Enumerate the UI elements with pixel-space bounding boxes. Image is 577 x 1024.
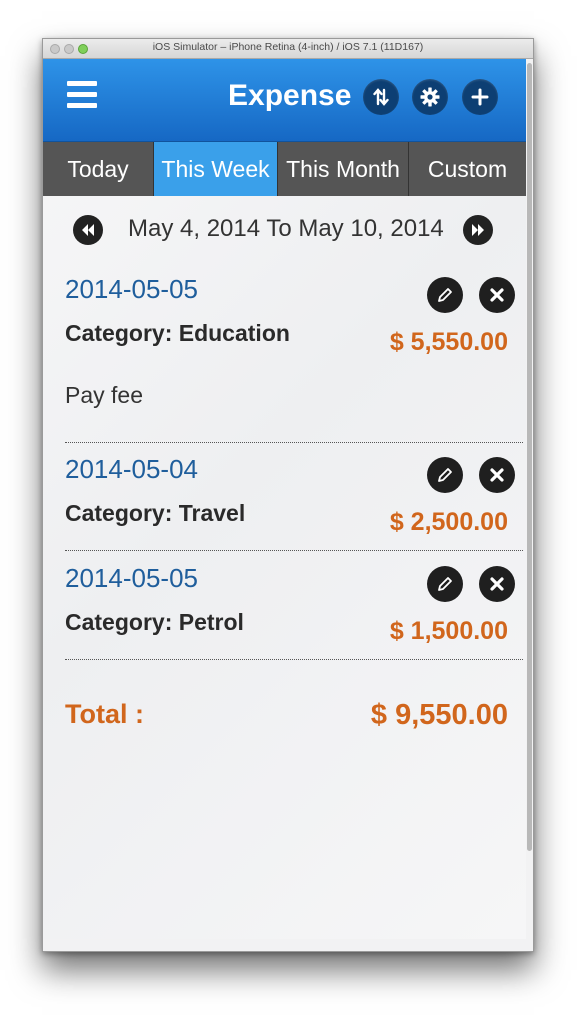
divider [65, 550, 523, 551]
tab-custom[interactable]: Custom [409, 142, 526, 196]
pencil-icon [438, 288, 452, 302]
close-icon [490, 288, 504, 302]
total-value: $ 9,550.00 [370, 699, 508, 731]
menu-icon[interactable] [67, 81, 97, 113]
scrollbar[interactable] [527, 63, 532, 851]
expense-amount: $ 2,500.00 [389, 508, 508, 536]
expense-item[interactable]: 2014-05-05 Category: Petrol $ 1,500.00 [65, 563, 523, 653]
edit-button[interactable] [427, 566, 463, 602]
expense-item[interactable]: 2014-05-04 Category: Travel $ 2,500.00 [65, 454, 523, 544]
pencil-icon [438, 577, 452, 591]
fast-forward-icon [472, 224, 484, 236]
pencil-icon [438, 468, 452, 482]
next-period-button[interactable] [463, 215, 493, 245]
expense-category: Category: Travel [65, 500, 246, 526]
close-icon [490, 468, 504, 482]
delete-button[interactable] [479, 457, 515, 493]
plus-icon [471, 88, 489, 106]
expense-date: 2014-05-05 [65, 563, 198, 593]
page-title: Expense [228, 79, 352, 112]
expense-category: Category: Petrol [65, 609, 244, 635]
divider [65, 442, 523, 443]
tab-this-month[interactable]: This Month [278, 142, 409, 196]
tab-this-week[interactable]: This Week [154, 142, 278, 196]
total-label: Total : [65, 699, 144, 729]
rewind-icon [82, 224, 94, 236]
delete-button[interactable] [479, 277, 515, 313]
date-range-row: May 4, 2014 To May 10, 2014 [43, 209, 526, 253]
settings-button[interactable] [412, 79, 448, 115]
expense-amount: $ 5,550.00 [389, 328, 508, 356]
expense-amount: $ 1,500.00 [389, 617, 508, 645]
expense-date: 2014-05-04 [65, 454, 198, 484]
tab-today[interactable]: Today [43, 142, 154, 196]
divider [65, 659, 523, 660]
window-titlebar: iOS Simulator – iPhone Retina (4-inch) /… [43, 39, 533, 59]
edit-button[interactable] [427, 277, 463, 313]
window-title: iOS Simulator – iPhone Retina (4-inch) /… [152, 41, 424, 53]
expense-category: Category: Education [65, 320, 290, 346]
date-range-label: May 4, 2014 To May 10, 2014 [128, 215, 444, 242]
app-header: Expense [43, 59, 526, 142]
add-expense-button[interactable] [462, 79, 498, 115]
edit-button[interactable] [427, 457, 463, 493]
delete-button[interactable] [479, 566, 515, 602]
expense-item[interactable]: 2014-05-05 Category: Education $ 5,550.0… [65, 274, 523, 434]
previous-period-button[interactable] [73, 215, 103, 245]
sort-button[interactable] [363, 79, 399, 115]
simulator-window: iOS Simulator – iPhone Retina (4-inch) /… [42, 38, 534, 952]
period-tabs: Today This Week This Month Custom [43, 142, 526, 196]
expense-date: 2014-05-05 [65, 274, 198, 304]
app-screen: Expense Today This Week This Month Custo… [43, 59, 526, 939]
gear-icon [420, 87, 440, 107]
close-icon [490, 577, 504, 591]
expense-note: Pay fee [65, 382, 143, 408]
sort-arrows-icon [373, 88, 389, 106]
